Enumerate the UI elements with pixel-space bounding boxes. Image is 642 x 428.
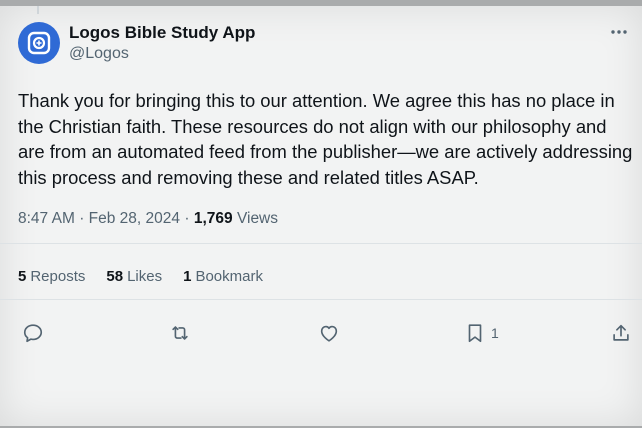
- logos-logo-icon: [27, 31, 51, 55]
- bookmarks-label: Bookmark: [195, 268, 263, 285]
- share-icon: [613, 324, 629, 341]
- meta-separator: ·: [79, 210, 85, 227]
- avatar[interactable]: [18, 22, 60, 64]
- more-options-icon[interactable]: [610, 24, 628, 35]
- engagement-stats: 5 Reposts 58 Likes 1 Bookmark: [18, 268, 284, 285]
- bookmarks-count: 1: [183, 268, 192, 285]
- reposts-stat[interactable]: 5 Reposts: [18, 268, 85, 285]
- likes-label: Likes: [127, 268, 163, 285]
- like-button[interactable]: [317, 320, 341, 346]
- meta-separator: ·: [184, 210, 190, 227]
- repost-icon: [172, 326, 188, 340]
- tweet-text: Thank you for bringing this to our atten…: [18, 90, 633, 188]
- bookmark-icon: [468, 324, 482, 343]
- heart-icon: [320, 325, 338, 342]
- views-count: 1,769: [193, 210, 233, 227]
- divider: [0, 299, 642, 300]
- divider: [0, 243, 642, 244]
- reposts-count: 5: [18, 268, 27, 285]
- likes-count: 58: [106, 268, 124, 285]
- reposts-label: Reposts: [30, 268, 86, 285]
- author-handle[interactable]: @Logos: [69, 45, 129, 63]
- tweet-time[interactable]: 8:47 AM: [18, 210, 75, 227]
- reply-button[interactable]: [22, 320, 44, 346]
- tweet-date[interactable]: Feb 28, 2024: [89, 210, 180, 227]
- bookmarks-stat[interactable]: 1 Bookmark: [183, 268, 263, 285]
- share-button[interactable]: [610, 320, 632, 346]
- bookmark-count: 1: [491, 325, 499, 341]
- likes-stat[interactable]: 58 Likes: [106, 268, 162, 285]
- tweet-meta: 8:47 AM · Feb 28, 2024 · 1,769 Views: [18, 210, 278, 228]
- reply-icon: [23, 324, 43, 343]
- tweet-card: Logos Bible Study App @Logos Thank you f…: [0, 6, 642, 426]
- repost-button[interactable]: [168, 320, 192, 346]
- bookmark-button[interactable]: 1: [465, 320, 499, 346]
- author-name[interactable]: Logos Bible Study App: [69, 23, 255, 43]
- views-label: Views: [236, 210, 279, 227]
- thread-line: [37, 6, 39, 14]
